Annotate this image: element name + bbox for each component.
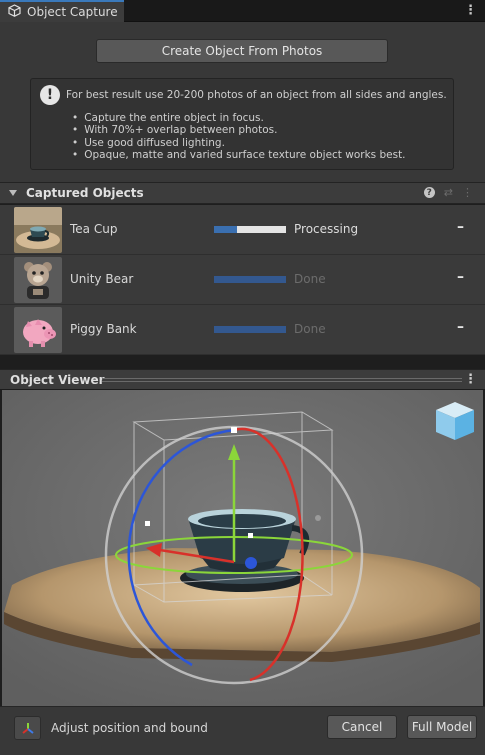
list-item[interactable]: Unity Bear Done – bbox=[0, 255, 485, 305]
object-viewer-viewport[interactable] bbox=[2, 390, 483, 706]
tip-item: Capture the entire object in focus. bbox=[72, 112, 406, 124]
progress-bar bbox=[214, 326, 286, 333]
piggy-bank-thumbnail bbox=[14, 307, 62, 353]
kebab-menu-icon[interactable]: ⋮ bbox=[464, 372, 477, 387]
preset-icon[interactable]: ⇄ bbox=[444, 186, 453, 199]
section-title: Captured Objects bbox=[26, 186, 144, 200]
adjust-label: Adjust position and bound bbox=[51, 721, 208, 735]
full-model-button[interactable]: Full Model bbox=[407, 715, 477, 739]
viewer-footer: Adjust position and bound Cancel Full Mo… bbox=[0, 706, 485, 755]
status-label: Done bbox=[294, 322, 326, 336]
adjust-gizmo-button[interactable] bbox=[14, 716, 41, 740]
item-name: Piggy Bank bbox=[70, 322, 137, 336]
tip-item: Use good diffused lighting. bbox=[72, 137, 406, 149]
captured-objects-header[interactable]: Captured Objects ? ⇄ ⋮ bbox=[0, 182, 485, 204]
capture-panel: Create Object From Photos ! For best res… bbox=[0, 22, 485, 182]
info-title: For best result use 20-200 photos of an … bbox=[66, 89, 447, 101]
tab-title: Object Capture bbox=[27, 5, 118, 19]
progress-fill bbox=[214, 326, 286, 333]
status-label: Processing bbox=[294, 222, 359, 236]
captured-objects-list: Tea Cup Processing – Unity Bear Done – P… bbox=[0, 205, 485, 355]
tab-object-capture[interactable]: Object Capture bbox=[0, 0, 124, 22]
list-item[interactable]: Tea Cup Processing – bbox=[0, 205, 485, 255]
tips-list: Capture the entire object in focus. With… bbox=[72, 112, 406, 161]
object-viewer-header: Object Viewer ⋮ bbox=[0, 369, 485, 390]
drag-handle[interactable] bbox=[102, 378, 462, 382]
list-item[interactable]: Piggy Bank Done – bbox=[0, 305, 485, 355]
kebab-menu-icon[interactable]: ⋮ bbox=[464, 3, 477, 18]
help-icon[interactable]: ? bbox=[423, 187, 435, 198]
remove-item-button[interactable]: – bbox=[457, 269, 464, 285]
item-name: Unity Bear bbox=[70, 272, 134, 286]
progress-fill bbox=[214, 276, 286, 283]
create-object-button[interactable]: Create Object From Photos bbox=[96, 39, 388, 63]
kebab-menu-icon[interactable]: ⋮ bbox=[462, 186, 473, 199]
tip-item: With 70%+ overlap between photos. bbox=[72, 124, 406, 136]
tip-item: Opaque, matte and varied surface texture… bbox=[72, 149, 405, 161]
remove-item-button[interactable]: – bbox=[457, 219, 464, 235]
viewer-title: Object Viewer bbox=[10, 373, 105, 387]
window-tab-bar: Object Capture ⋮ bbox=[0, 0, 485, 22]
foldout-arrow-icon[interactable] bbox=[9, 190, 17, 196]
tea-cup-thumbnail bbox=[14, 207, 62, 253]
cube-icon bbox=[8, 4, 21, 20]
remove-item-button[interactable]: – bbox=[457, 319, 464, 335]
info-exclamation-icon: ! bbox=[40, 85, 60, 105]
cancel-button[interactable]: Cancel bbox=[327, 715, 397, 739]
progress-bar bbox=[214, 226, 286, 233]
progress-fill bbox=[214, 226, 238, 233]
info-helpbox: ! For best result use 20-200 photos of a… bbox=[30, 78, 454, 170]
status-label: Done bbox=[294, 272, 326, 286]
orientation-cube-icon[interactable] bbox=[436, 402, 474, 440]
transform-gizmo-icon bbox=[21, 723, 34, 734]
unity-bear-thumbnail bbox=[14, 257, 62, 303]
item-name: Tea Cup bbox=[70, 222, 118, 236]
progress-bar bbox=[214, 276, 286, 283]
